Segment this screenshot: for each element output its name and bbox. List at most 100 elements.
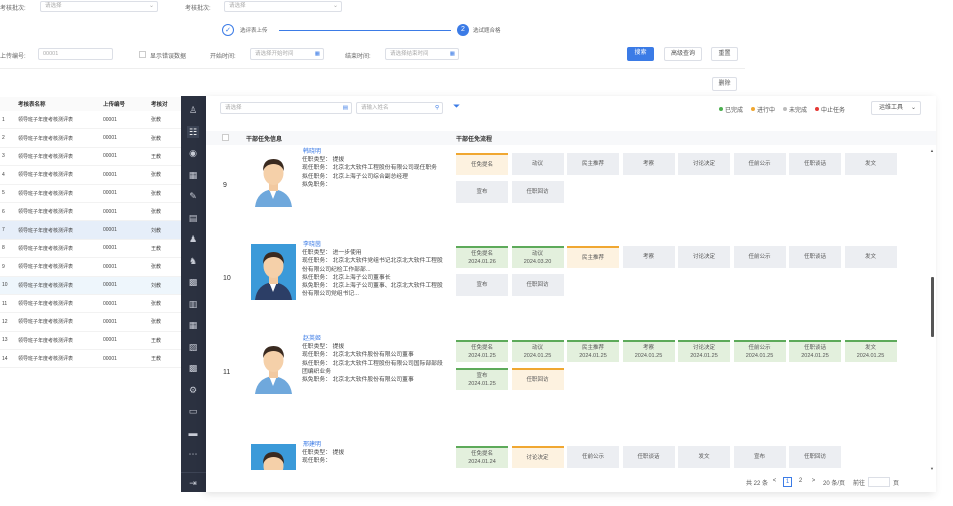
filter-icon[interactable]: ⏷ [453, 101, 460, 112]
table-row[interactable]: 6 领导班子年度考核测评表 00001 张教 [0, 203, 190, 222]
batch-select-2[interactable]: 请选择 ⌄ [224, 1, 342, 12]
table-row[interactable]: 3 领导班子年度考核测评表 00001 王教 [0, 148, 190, 167]
cadre-name-link[interactable]: 李晓茵 [303, 239, 321, 248]
process-step-tag[interactable]: 任前公示 [567, 446, 619, 468]
name-search-input[interactable]: 请输入姓名 ⚲ [356, 102, 443, 114]
process-step-tag[interactable]: 任职回访 [511, 181, 564, 203]
reset-button[interactable]: 重置 [711, 47, 738, 61]
ops-tools-dropdown[interactable]: 运维工具 ⌄ [871, 101, 921, 115]
start-time-input[interactable]: 请选择开始时间 ▦ [250, 48, 324, 60]
user-add-icon[interactable]: ♞ [187, 255, 199, 267]
next-page-button[interactable]: > [809, 477, 818, 487]
show-errors-checkbox[interactable] [139, 51, 146, 58]
process-step-tag[interactable]: 发文 2024.01.25 [844, 340, 897, 362]
process-step-tag[interactable]: 任职谈话 [789, 153, 841, 175]
process-step-tag[interactable]: 宣布 [456, 181, 508, 203]
monitor-icon[interactable]: ▭ [187, 405, 199, 417]
step-1-icon[interactable]: ✓ [222, 24, 234, 36]
process-step-tag[interactable]: 讨论决定 [678, 153, 730, 175]
table-row[interactable]: 10 领导班子年度考核测评表 00001 刘教 [0, 276, 190, 295]
process-step-tag[interactable]: 任前公示 [733, 246, 786, 268]
cadre-row[interactable]: 11 赵英姬 任职类型： 提拔 现任职务： 北京北大软件股份有限公司董事 拟任职务： 北… [206, 332, 931, 425]
table-row[interactable]: 7 领导班子年度考核测评表 00001 刘教 [0, 221, 190, 240]
table-row[interactable]: 13 领导班子年度考核测评表 00001 王教 [0, 332, 190, 351]
user-icon[interactable]: ♟ [187, 233, 199, 245]
process-step-tag[interactable]: 任职回访 [789, 446, 841, 468]
process-step-tag[interactable]: 任职谈话 [789, 246, 841, 268]
cadre-name-link[interactable]: 韩晓明 [303, 146, 321, 155]
table-row[interactable]: 2 领导班子年度考核测评表 00001 张教 [0, 129, 190, 148]
process-step-tag[interactable]: 发文 [844, 153, 897, 175]
step-2-icon[interactable]: 2 [457, 24, 469, 36]
calendar-icon[interactable]: ▦ [187, 169, 199, 181]
table-row[interactable]: 1 领导班子年度考核测评表 00001 张教 [0, 111, 190, 130]
process-step-tag[interactable]: 任免提名 [456, 153, 508, 175]
advanced-search-button[interactable]: 高级查询 [664, 47, 702, 61]
record-icon[interactable]: ◉ [187, 147, 199, 159]
end-time-input[interactable]: 请选择结束时间 ▦ [385, 48, 459, 60]
grid-icon[interactable]: ▩ [187, 362, 199, 374]
process-step-tag[interactable]: 宣布 2024.01.25 [456, 368, 508, 390]
process-step-tag[interactable]: 任前公示 2024.01.25 [733, 340, 786, 362]
table-row[interactable]: 14 领导班子年度考核测评表 00001 王教 [0, 350, 190, 369]
person-icon[interactable]: ♙ [187, 104, 199, 116]
scroll-down-icon[interactable]: ▼ [930, 466, 934, 471]
cadre-row[interactable]: 9 韩晓明 任职类型： 提拔 现任职务： 北京北大软件工程股份有限公司现任职务 拟任职务… [206, 145, 931, 238]
process-step-tag[interactable]: 考察 [622, 246, 675, 268]
search-icon[interactable]: ⚲ [435, 103, 439, 113]
process-step-tag[interactable]: 讨论决定 [678, 246, 730, 268]
settings-icon[interactable]: ⚙ [187, 384, 199, 396]
table-row[interactable]: 4 领导班子年度考核测评表 00001 张教 [0, 166, 190, 185]
process-step-tag[interactable]: 宣布 [456, 274, 508, 296]
page-1-button[interactable]: 1 [783, 477, 793, 487]
process-step-tag[interactable]: 讨论决定 2024.01.25 [678, 340, 730, 362]
table-row[interactable]: 11 领导班子年度考核测评表 00001 张教 [0, 295, 190, 314]
edit-icon[interactable]: ✎ [187, 190, 199, 202]
prev-page-button[interactable]: < [770, 477, 779, 487]
process-step-tag[interactable]: 考察 [622, 153, 675, 175]
delete-button[interactable]: 删除 [712, 77, 737, 91]
qrcode-icon[interactable]: ▩ [187, 276, 199, 288]
table-row[interactable]: 5 领导班子年度考核测评表 00001 张教 [0, 185, 190, 203]
process-step-tag[interactable]: 动议 [511, 153, 564, 175]
table-row[interactable]: 9 领导班子年度考核测评表 00001 张教 [0, 258, 190, 277]
document-icon[interactable]: ▤ [187, 212, 199, 224]
process-step-tag[interactable]: 任职回访 [511, 368, 564, 390]
table-row[interactable]: 12 领导班子年度考核测评表 00001 张教 [0, 313, 190, 332]
more-icon[interactable]: ⋯ [187, 448, 199, 460]
cadre-name-link[interactable]: 赵英姬 [303, 333, 321, 342]
process-step-tag[interactable]: 民主推荐 [567, 246, 619, 268]
upload-code-input[interactable]: 00001 [38, 48, 113, 60]
process-step-tag[interactable]: 发文 [844, 246, 897, 268]
process-step-tag[interactable]: 民主推荐 [567, 153, 619, 175]
process-step-tag[interactable]: 任免提名 2024.01.26 [456, 246, 508, 268]
cadre-name-link[interactable]: 邢建明 [303, 439, 321, 448]
process-step-tag[interactable]: 任前公示 [733, 153, 786, 175]
process-step-tag[interactable]: 任免提名 2024.01.25 [456, 340, 508, 362]
goto-page-input[interactable] [868, 477, 891, 487]
cadre-row[interactable]: 10 李晓茵 任职类型： 进一步使用 现任职务： 北京北大软件党组书记北京北大软件工程… [206, 238, 931, 331]
exit-icon[interactable]: ⇥ [187, 477, 199, 489]
process-step-tag[interactable]: 任免提名 2024.01.24 [456, 446, 508, 468]
process-step-tag[interactable]: 动议 2024.01.25 [511, 340, 564, 362]
process-step-tag[interactable]: 讨论决定 [511, 446, 564, 468]
process-step-tag[interactable]: 发文 [678, 446, 730, 468]
chart-icon[interactable]: ▨ [187, 341, 199, 353]
process-step-tag[interactable]: 任职谈话 2024.01.25 [789, 340, 841, 362]
cadre-row[interactable]: 12邢建明任职类型： 提拔现任职务：任免提名2024.01.24讨论决定任前公示… [206, 438, 931, 470]
scroll-up-icon[interactable]: ▲ [930, 148, 934, 153]
process-step-tag[interactable]: 民主推荐 2024.01.25 [567, 340, 619, 362]
process-step-tag[interactable]: 任职回访 [511, 274, 564, 296]
monitor-alt-icon[interactable]: ▬ [187, 427, 199, 439]
search-button[interactable]: 搜索 [627, 47, 654, 61]
select-all-checkbox[interactable] [222, 134, 229, 141]
process-step-tag[interactable]: 考察 2024.01.25 [622, 340, 675, 362]
person-list-icon[interactable]: ☷ [187, 125, 199, 138]
table-icon[interactable]: ▥ [187, 298, 199, 310]
process-step-tag[interactable]: 任职谈话 [622, 446, 675, 468]
batch-select[interactable]: 请选择 ⌄ [40, 1, 158, 12]
type-select[interactable]: 请选择 ▤ [220, 102, 352, 114]
vertical-scrollbar[interactable] [931, 277, 934, 337]
page-size-select[interactable]: 20 条/页 [823, 478, 845, 487]
table-row[interactable]: 8 领导班子年度考核测评表 00001 王教 [0, 240, 190, 259]
